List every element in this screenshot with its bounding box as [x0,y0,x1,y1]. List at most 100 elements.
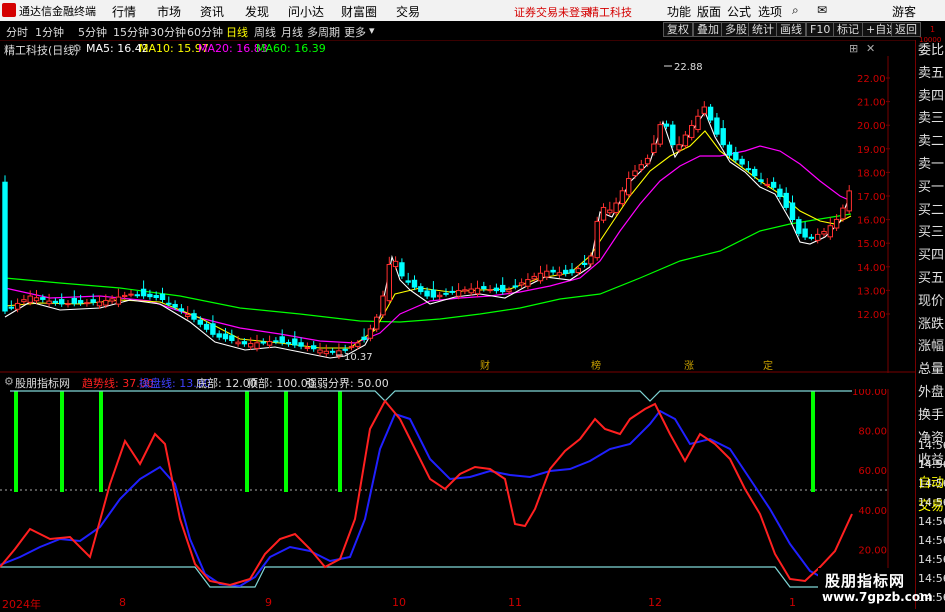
indicator-chart[interactable]: 100.00 80.00 60.00 40.00 20.00 [0,389,915,595]
candle-body [392,260,399,268]
candle-body [153,295,159,298]
panel-time: 14:56 [918,496,945,509]
guest-label[interactable]: 游客 [892,3,916,20]
candle-body [626,178,632,196]
candle-body [758,179,764,182]
menu-trade[interactable]: 交易 [396,3,420,20]
operate-polyline [0,409,841,588]
close-pane-icon[interactable]: ✕ [866,42,875,55]
price-tick-label: 14.00 [857,263,886,274]
candle-body [84,302,90,305]
menu-ask[interactable]: 问小达 [288,3,324,20]
overlay-button[interactable]: 叠加 [693,22,723,37]
candle-body [670,124,676,146]
tab-weekly[interactable]: 周线 [254,24,276,40]
menu-discover[interactable]: 发现 [245,3,269,20]
multi-stock-button[interactable]: 多股 [721,22,751,37]
tab-60min[interactable]: 60分钟 [187,24,223,40]
panel-item: 涨幅 [918,339,945,355]
menu-function[interactable]: 功能 [667,3,691,20]
mark-button[interactable]: 标记 [833,22,863,37]
restore-rights-button[interactable]: 复权 [663,22,693,37]
tab-5min[interactable]: 5分钟 [78,24,107,40]
candle-body [386,264,393,302]
tab-daily[interactable]: 日线 [226,24,248,40]
candle-body [235,341,241,345]
candlestick-chart[interactable]: 22.00 21.00 20.00 19.00 18.00 17.00 16.00 15.00… [0,56,915,373]
notice-stock[interactable]: 精工科技 [588,4,632,20]
statistics-button[interactable]: 统计 [748,22,778,37]
candle-body [588,255,594,265]
candle-body [203,323,210,330]
candle-body [525,279,531,287]
more-chevron-icon[interactable]: ▾ [369,24,375,37]
panel-item: 买四 [918,248,945,264]
expand-icon[interactable]: ⊞ [849,42,858,55]
candle-body [430,289,437,298]
watermark-title: 股朋指标网 [825,572,906,590]
candle-body [808,236,815,239]
settings-gear-icon[interactable]: ⚙ [72,42,82,55]
panel-item: 涨跌 [918,316,945,332]
candle-body [65,303,71,306]
trade-login-notice[interactable]: 证券交易未登录 [514,4,591,20]
candle-body [8,306,15,309]
operate-line [0,409,841,588]
indicator-axis: 100.00 80.00 60.00 40.00 20.00 [852,389,887,556]
menu-quotes[interactable]: 行情 [112,3,136,20]
candle-body [197,319,204,325]
candle-body [298,342,304,347]
tab-1min[interactable]: 1分钟 [35,24,64,40]
f10-button[interactable]: F10 [806,22,835,37]
tab-more[interactable]: 更多 [344,24,366,40]
watermark-logo: 股朋指标网 www.7gpzb.com [818,568,933,608]
event-marker-rank[interactable]: 榜 [591,359,601,372]
indicator-tick-label: 80.00 [858,427,887,438]
candle-body [159,293,166,300]
menu-layout[interactable]: 版面 [697,3,721,20]
back-button[interactable]: 返回 [891,22,921,37]
signal-bar [284,391,288,492]
candle-body [443,292,449,295]
candle-body [380,295,386,316]
event-marker-limit[interactable]: 涨 [684,360,694,372]
candle-body [783,192,789,208]
candle-body [506,289,512,293]
candle-body [714,117,720,135]
price-tick-label: 13.00 [857,286,886,297]
x-label-dec: 12 [648,596,662,609]
candle-body [147,293,153,298]
menu-options[interactable]: 选项 [758,3,782,20]
candle-body [651,143,657,154]
candle-body [109,298,115,302]
indicator-settings-icon[interactable]: ⚙ [4,375,14,388]
ma60-line [4,213,852,323]
candle-body [581,262,588,266]
mail-icon[interactable]: ✉ [817,3,827,17]
candle-body [292,338,298,346]
search-icon[interactable]: ⌕ [792,3,799,18]
price-tick-label: 20.00 [857,121,886,132]
candle-body [770,181,777,188]
menu-news[interactable]: 资讯 [200,3,224,20]
menu-formula[interactable]: 公式 [727,3,751,20]
tab-multi-period[interactable]: 多周期 [307,24,340,40]
candle-body [840,207,846,220]
candle-body [248,342,254,348]
event-marker-fixed[interactable]: 定 [763,359,773,372]
ma5-line [4,110,852,359]
candle-body [210,323,216,335]
event-marker-finance[interactable]: 财 [480,359,490,372]
candle-body [720,128,726,146]
tab-15min[interactable]: 15分钟 [113,24,149,40]
candle-body [607,209,613,214]
menu-wealth[interactable]: 财富圈 [341,3,377,20]
tab-30min[interactable]: 30分钟 [150,24,186,40]
candle-body [487,289,493,292]
candle-body [33,297,40,302]
draw-line-button[interactable]: 画线 [776,22,806,37]
candle-body [500,284,506,293]
tab-monthly[interactable]: 月线 [281,24,303,40]
tab-timeshare[interactable]: 分时 [6,24,28,40]
menu-market[interactable]: 市场 [157,3,181,20]
